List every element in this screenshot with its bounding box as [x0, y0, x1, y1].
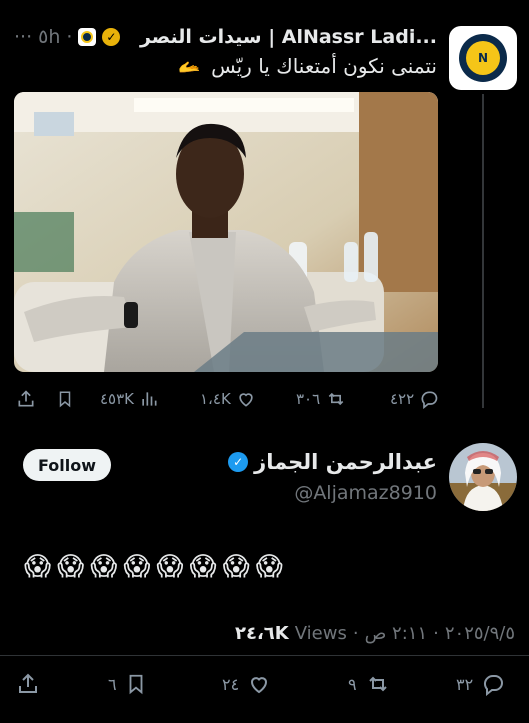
reply-icon	[481, 672, 505, 696]
nassr-logo: N	[459, 34, 507, 82]
like-stat[interactable]: ١،٤K	[200, 387, 256, 411]
tweet-time: ٥h	[38, 26, 61, 48]
user-avatar[interactable]	[449, 443, 517, 511]
share-icon	[16, 672, 40, 696]
tweet-text: نتمنى نكون أمتعناك يا ريّس 🫴	[178, 54, 437, 78]
share-button[interactable]	[16, 387, 36, 411]
display-name[interactable]: سيدات النصر | AlNassr Ladi...	[140, 26, 437, 48]
share-icon	[16, 389, 36, 409]
reply-repost-stat[interactable]: ٩	[348, 670, 391, 698]
divider	[0, 655, 529, 656]
nassr-avatar[interactable]: N	[449, 26, 517, 90]
tweet-time-row: ··· ٥h · ✓	[14, 24, 121, 50]
verified-icon: ✓	[228, 452, 249, 472]
reply-date: ٢٠٢٥/٩/٥	[444, 623, 515, 644]
bookmark-icon	[56, 389, 74, 409]
tweet-photo[interactable]	[14, 92, 438, 372]
bookmark-button[interactable]	[56, 387, 74, 411]
like-icon	[247, 672, 271, 696]
reply-meta: ٢٤،٦K Views · ٢:١١ ص · ٢٠٢٥/٩/٥	[234, 623, 515, 644]
reply-display-name[interactable]: عبدالرحمن الجماز	[254, 450, 437, 474]
more-options-icon[interactable]: ···	[14, 26, 32, 48]
player-photo	[14, 92, 438, 372]
reply-like-stat[interactable]: ٢٤	[222, 670, 271, 698]
reply-views-count: ٢٤،٦K	[234, 623, 289, 644]
reply-like-count: ٢٤	[222, 674, 240, 694]
reply-bookmark-stat[interactable]: ٦	[108, 670, 147, 698]
repost-icon	[325, 389, 347, 409]
reply-stat[interactable]: ٤٢٢	[390, 387, 439, 411]
reply-icon	[419, 389, 439, 409]
reply-share-button[interactable]	[16, 670, 40, 698]
affiliate-logo-icon	[78, 28, 97, 46]
tweet-header[interactable]: سيدات النصر | AlNassr Ladi...	[140, 24, 437, 50]
reply-bookmark-count: ٦	[108, 674, 117, 694]
reply-text: 😱😱😱😱😱😱😱😱	[24, 552, 289, 582]
repost-count: ٣٠٦	[296, 390, 321, 408]
repost-stat[interactable]: ٣٠٦	[296, 387, 347, 411]
tweet-text-body: نتمنى نكون أمتعناك يا ريّس	[211, 54, 437, 78]
reply-count: ٤٢٢	[390, 390, 415, 408]
repost-icon	[365, 672, 391, 696]
reply-repost-count: ٩	[348, 674, 357, 694]
reply-reply-stat[interactable]: ٣٢	[456, 670, 505, 698]
bookmark-icon	[125, 672, 147, 696]
hand-emoji: 🫴	[178, 57, 201, 78]
gold-badge-icon: ✓	[102, 28, 121, 46]
user-avatar-image	[449, 443, 517, 511]
reply-time: ٢:١١ ص	[364, 623, 428, 644]
thread-connector-line	[482, 94, 484, 408]
reply-views-label: Views	[294, 623, 347, 644]
like-count: ١،٤K	[200, 390, 231, 408]
follow-button[interactable]: Follow	[23, 449, 111, 481]
reply-author[interactable]: ✓ عبدالرحمن الجماز	[228, 450, 437, 474]
views-stat[interactable]: ٤٥٣K	[100, 387, 159, 411]
reply-reply-count: ٣٢	[456, 674, 474, 694]
like-icon	[236, 389, 256, 409]
views-icon	[139, 389, 159, 409]
views-count: ٤٥٣K	[100, 390, 135, 408]
reply-handle[interactable]: @Aljamaz8910	[294, 482, 437, 504]
